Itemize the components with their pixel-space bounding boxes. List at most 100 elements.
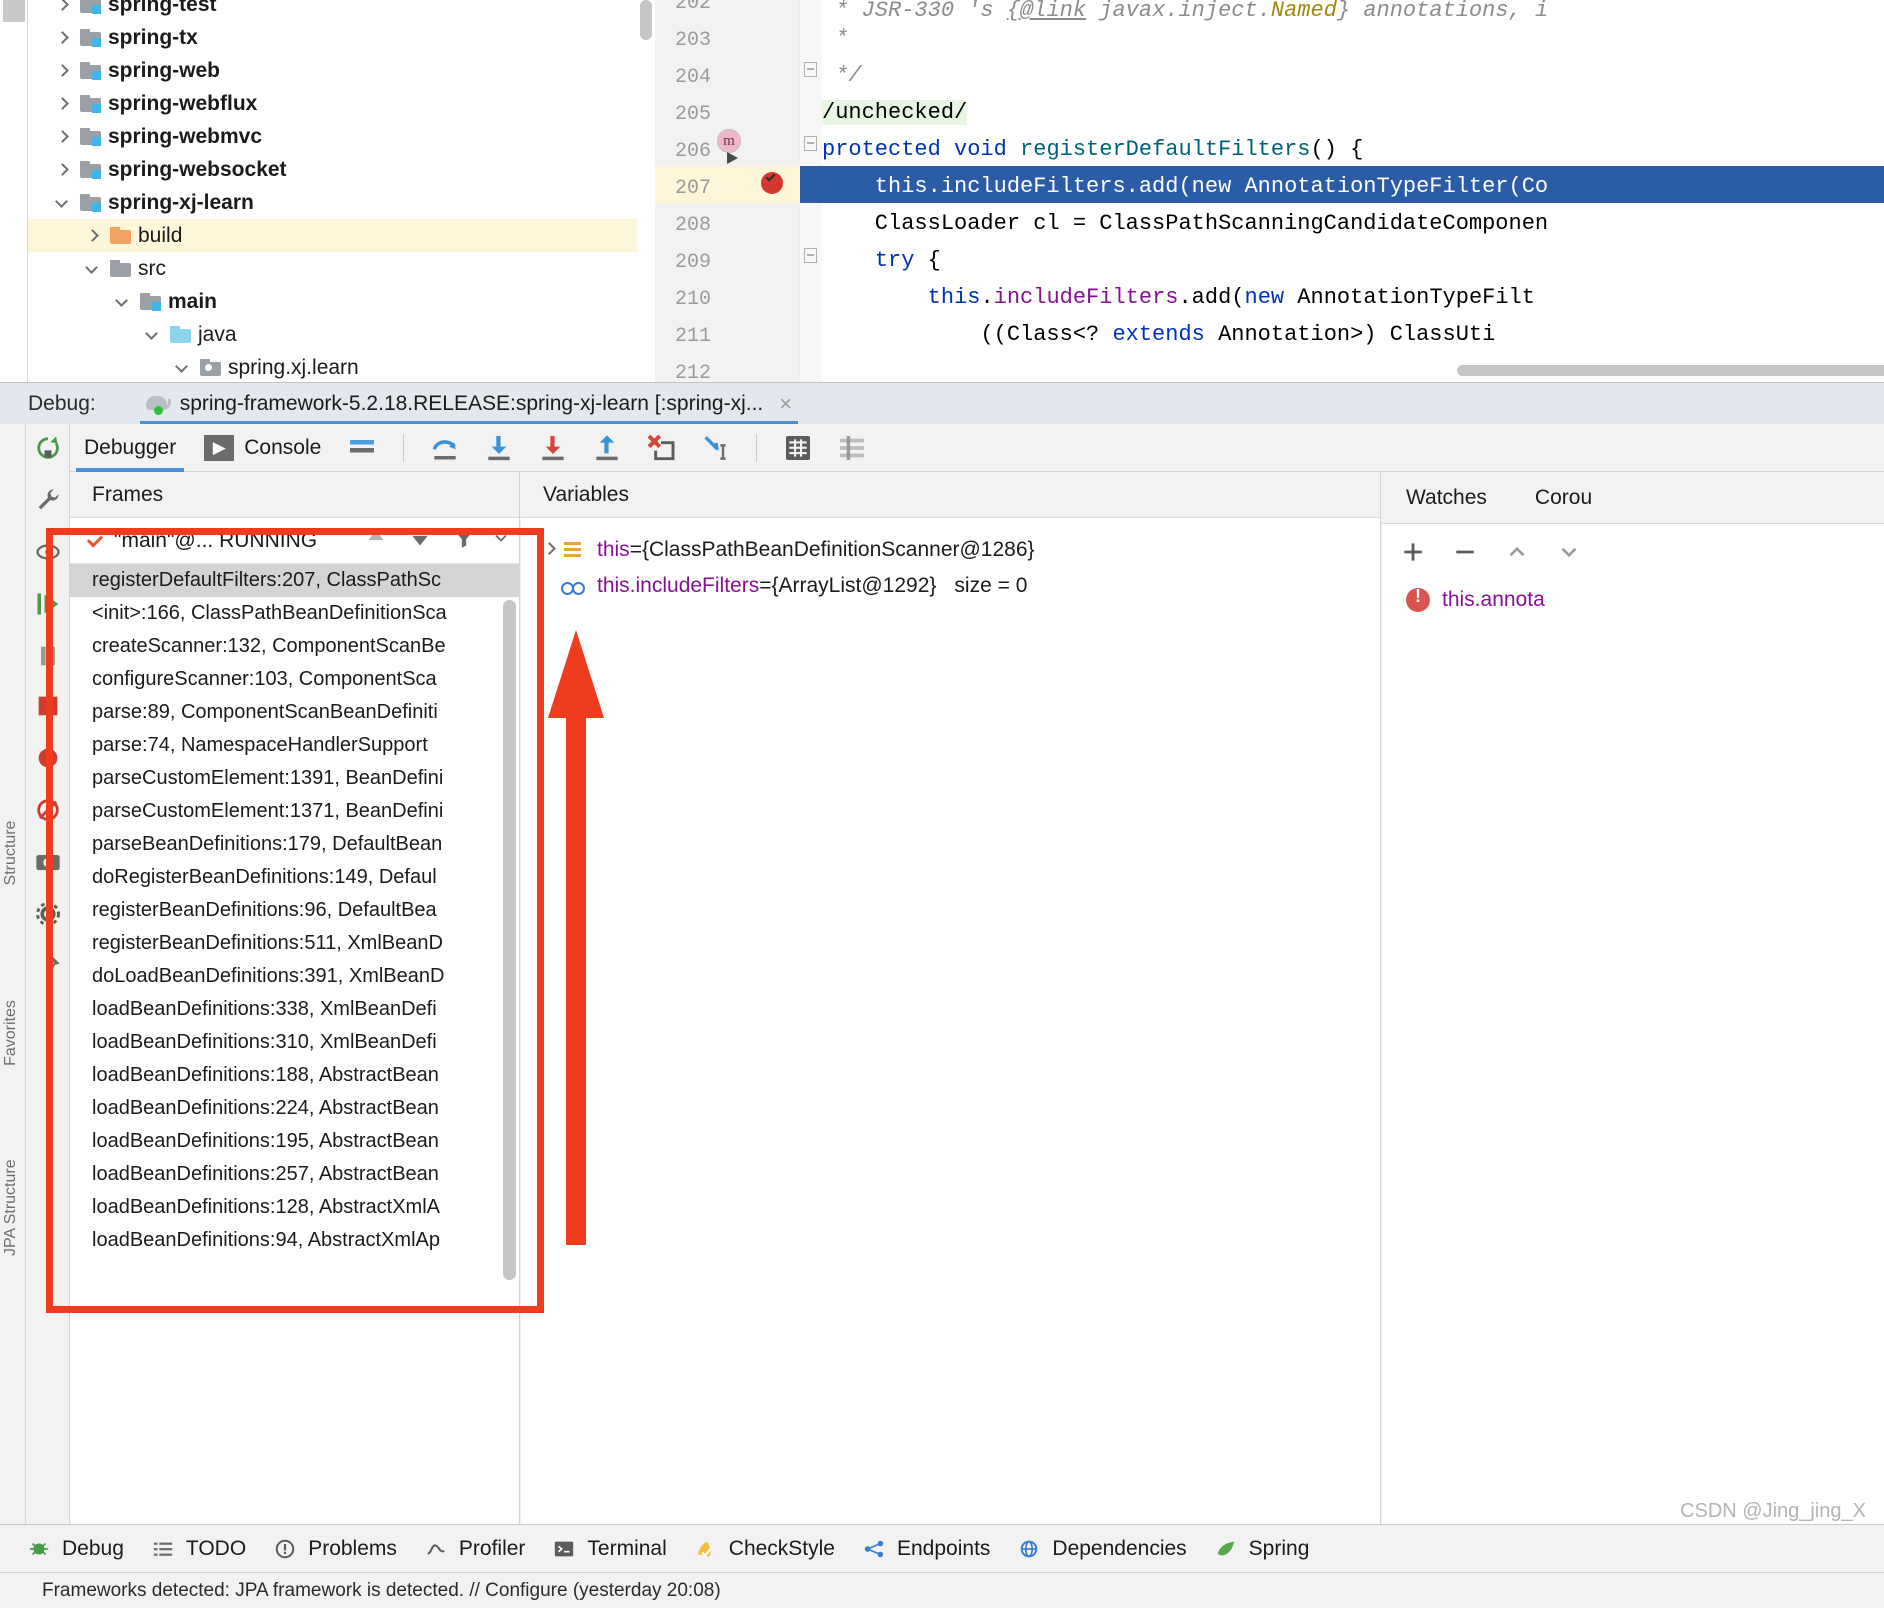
force-step-into-icon[interactable] [537,432,569,464]
editor-left-scrollbar[interactable] [637,0,655,382]
stop-icon[interactable] [34,692,62,720]
thread-selector[interactable]: "main"@... RUNNING [70,518,519,564]
tool-window-button-dependencies[interactable]: Dependencies [1016,1537,1187,1561]
tree-item[interactable]: main [28,285,637,318]
tree-item[interactable]: java [28,318,637,351]
tree-item[interactable]: src [28,252,637,285]
fold-marker-icon[interactable] [804,248,817,263]
fold-marker-icon[interactable] [804,136,817,151]
tool-window-button-problems[interactable]: Problems [272,1537,397,1561]
tool-window-button-profiler[interactable]: Profiler [423,1537,525,1561]
frame-row[interactable]: loadBeanDefinitions:224, AbstractBean [70,1092,520,1125]
code-text[interactable]: * JSR-330 's {@link javax.inject.Named} … [822,0,1884,382]
code-editor[interactable]: 202 203 204 205 206 207 208 209 210 211 212 m * JS… [637,0,1884,382]
tool-window-button-todo[interactable]: TODO [150,1537,246,1561]
wrench-icon[interactable] [34,486,62,514]
move-down-icon[interactable] [407,525,433,556]
tree-item[interactable]: spring-web [28,54,637,87]
resume-icon[interactable] [34,590,62,618]
tree-item[interactable]: spring-tx [28,21,637,54]
step-into-icon[interactable] [483,432,515,464]
chevron-right-icon[interactable] [54,96,70,112]
tab-console[interactable]: ▶ Console [190,424,335,472]
tree-item[interactable]: build [28,219,637,252]
rail-label-jpa-structure[interactable]: JPA Structure [2,1159,20,1256]
camera-icon[interactable] [34,848,62,876]
frame-row[interactable]: doLoadBeanDefinitions:391, XmlBeanD [70,960,520,993]
step-over-icon[interactable] [429,432,461,464]
frame-row[interactable]: loadBeanDefinitions:338, XmlBeanDefi [70,993,520,1026]
chevron-down-icon[interactable] [84,261,100,277]
frame-row[interactable]: parseCustomElement:1391, BeanDefini [70,762,520,795]
fold-marker-icon[interactable] [804,62,817,77]
move-down-icon[interactable] [1556,539,1582,565]
frames-scroll-thumb[interactable] [503,600,516,1280]
layout-settings-icon[interactable] [346,432,378,464]
tab-debugger[interactable]: Debugger [70,424,190,472]
project-tree-scroll-thumb[interactable] [3,0,25,22]
tree-item[interactable]: spring.xj.learn [28,351,637,382]
mute-breakpoints-icon[interactable] [34,796,62,824]
frame-row[interactable]: parseBeanDefinitions:179, DefaultBean [70,828,520,861]
settings-gear-icon[interactable] [34,900,62,928]
tool-window-button-checkstyle[interactable]: CheckStyle [693,1537,835,1561]
frames-list[interactable]: registerDefaultFilters:207, ClassPathSc <… [70,564,520,1524]
frame-row[interactable]: registerBeanDefinitions:511, XmlBeanD [70,927,520,960]
frame-row[interactable]: parse:74, NamespaceHandlerSupport [70,729,520,762]
tab-watches[interactable]: Watches [1382,486,1511,510]
frame-row[interactable]: configureScanner:103, ComponentSca [70,663,520,696]
pin-icon[interactable] [34,952,62,980]
breakpoint-icon[interactable] [761,171,783,194]
drop-frame-icon[interactable] [645,432,677,464]
rail-label-favorites[interactable]: Favorites [2,1000,20,1066]
rail-label-structure[interactable]: Structure [2,820,20,886]
frame-row[interactable]: parseCustomElement:1371, BeanDefini [70,795,520,828]
frame-row[interactable]: doRegisterBeanDefinitions:149, Defaul [70,861,520,894]
project-tree-scrollbar[interactable] [0,0,28,382]
chevron-down-icon[interactable] [144,327,160,343]
close-icon[interactable]: × [779,391,792,417]
evaluate-expression-icon[interactable] [782,432,814,464]
view-breakpoints-icon[interactable] [34,744,62,772]
chevron-down-icon[interactable] [174,360,190,376]
editor-scroll-thumb[interactable] [640,0,652,40]
tool-window-button-terminal[interactable]: Terminal [551,1537,667,1561]
rerun-debug-icon[interactable] [34,434,62,462]
frame-row[interactable]: loadBeanDefinitions:310, XmlBeanDefi [70,1026,520,1059]
step-out-icon[interactable] [591,432,623,464]
editor-horizontal-scrollbar[interactable] [1457,365,1884,376]
tool-window-button-spring[interactable]: Spring [1213,1537,1309,1561]
remove-watch-icon[interactable] [1452,539,1478,565]
frame-row[interactable]: registerDefaultFilters:207, ClassPathSc [70,564,520,597]
chevron-down-icon[interactable] [54,195,70,211]
watches-list[interactable]: this.annota [1382,580,1884,620]
move-up-icon[interactable] [363,525,389,556]
frame-row[interactable]: <init>:166, ClassPathBeanDefinitionSca [70,597,520,630]
frame-row[interactable]: loadBeanDefinitions:94, AbstractXmlAp [70,1224,520,1257]
eye-icon[interactable] [34,538,62,566]
move-up-icon[interactable] [1504,539,1530,565]
frame-row[interactable]: loadBeanDefinitions:195, AbstractBean [70,1125,520,1158]
frame-row[interactable]: registerBeanDefinitions:96, DefaultBea [70,894,520,927]
settings-lines-icon[interactable] [836,432,868,464]
chevron-right-icon[interactable] [54,162,70,178]
tab-coroutines[interactable]: Corou [1511,486,1616,510]
chevron-right-icon[interactable] [84,228,100,244]
variable-row[interactable]: this.includeFilters = {ArrayList@1292} si… [521,568,1380,604]
chevron-right-icon[interactable] [54,0,70,13]
chevron-right-icon[interactable] [54,63,70,79]
watch-row[interactable]: this.annota [1382,580,1884,620]
variables-list[interactable]: this = {ClassPathBeanDefinitionScanner@1… [521,518,1380,604]
frame-row[interactable]: parse:89, ComponentScanBeanDefiniti [70,696,520,729]
add-watch-icon[interactable] [1400,539,1426,565]
frame-row[interactable]: loadBeanDefinitions:128, AbstractXmlA [70,1191,520,1224]
project-tree-panel[interactable]: spring-test spring-tx spring-web spring-web… [0,0,637,382]
tool-window-button-endpoints[interactable]: Endpoints [861,1537,990,1561]
chevron-down-icon[interactable] [491,528,511,553]
method-marker-icon[interactable]: m [717,129,741,153]
tree-item[interactable]: spring-webflux [28,87,637,120]
chevron-right-icon[interactable] [539,539,561,561]
frame-row[interactable]: createScanner:132, ComponentScanBe [70,630,520,663]
frame-row[interactable]: loadBeanDefinitions:188, AbstractBean [70,1059,520,1092]
tree-item[interactable]: spring-websocket [28,153,637,186]
